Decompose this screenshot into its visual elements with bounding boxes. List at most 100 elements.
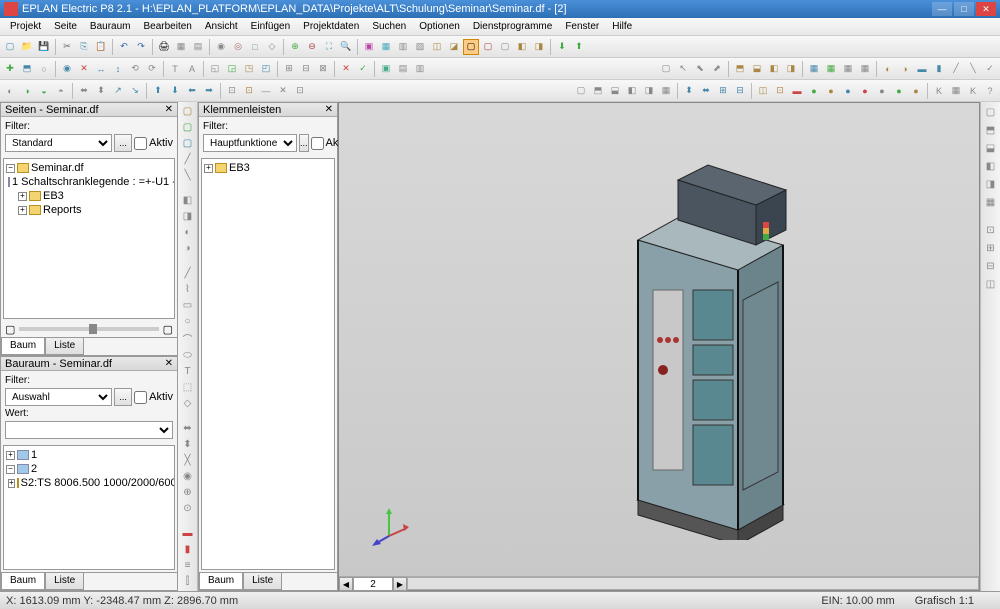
tb-btn[interactable]: ○ bbox=[36, 61, 52, 77]
tb-btn[interactable]: ◳ bbox=[241, 61, 257, 77]
panel-close-icon[interactable]: ✕ bbox=[165, 358, 173, 369]
tb-btn[interactable]: ⟳ bbox=[144, 61, 160, 77]
vtb-btn[interactable]: ◐ bbox=[180, 225, 196, 239]
vtb-btn[interactable]: ◑ bbox=[180, 241, 196, 255]
vtb-btn[interactable]: ◉ bbox=[180, 470, 196, 484]
tb-btn[interactable]: ▢ bbox=[573, 83, 589, 99]
tab-baum[interactable]: Baum bbox=[1, 338, 45, 355]
tb-btn[interactable]: ◨ bbox=[531, 39, 547, 55]
tb-btn[interactable]: ⬅ bbox=[184, 83, 200, 99]
bauraum-tree[interactable]: +1 −2 +S2:TS 8006.500 1000/2000/600 bbox=[3, 445, 175, 570]
menu-ansicht[interactable]: Ansicht bbox=[199, 19, 244, 34]
tb-btn[interactable]: ▦ bbox=[378, 39, 394, 55]
tb-btn[interactable]: ⟲ bbox=[127, 61, 143, 77]
tb-btn[interactable]: ▮ bbox=[931, 61, 947, 77]
tb-btn[interactable]: ↖ bbox=[675, 61, 691, 77]
tb-btn[interactable]: ⊟ bbox=[298, 61, 314, 77]
vtb-btn[interactable]: ◨ bbox=[983, 176, 999, 192]
vtb-btn[interactable]: ≡ bbox=[180, 559, 196, 573]
vtb-btn[interactable]: ◫ bbox=[983, 276, 999, 292]
page-next-button[interactable]: ▶ bbox=[393, 577, 407, 591]
menu-optionen[interactable]: Optionen bbox=[413, 19, 466, 34]
tb-btn[interactable]: ◱ bbox=[207, 61, 223, 77]
tb-btn[interactable]: ▢ bbox=[658, 61, 674, 77]
tb-btn[interactable]: ● bbox=[908, 83, 924, 99]
close-button[interactable]: ✕ bbox=[976, 2, 996, 16]
vtb-btn[interactable]: ⬌ bbox=[180, 421, 196, 435]
tb-btn[interactable]: ╱ bbox=[948, 61, 964, 77]
vtb-btn[interactable]: ⊞ bbox=[983, 240, 999, 256]
vtb-circle-icon[interactable]: ○ bbox=[180, 314, 196, 328]
vtb-btn[interactable]: ▢ bbox=[180, 120, 196, 134]
tb-btn[interactable]: ◎ bbox=[230, 39, 246, 55]
menu-projektdaten[interactable]: Projektdaten bbox=[297, 19, 365, 34]
tb-btn[interactable]: ⊡ bbox=[224, 83, 240, 99]
tb-redo-icon[interactable]: ↷ bbox=[133, 39, 149, 55]
tb-zoom-out-icon[interactable]: ⊖ bbox=[304, 39, 320, 55]
tb-btn[interactable]: ◒ bbox=[36, 83, 52, 99]
tb-btn[interactable]: ◫ bbox=[429, 39, 445, 55]
panel-klemmen-header[interactable]: Klemmenleisten ✕ bbox=[199, 103, 337, 117]
tb-btn[interactable]: ▤ bbox=[395, 61, 411, 77]
filter-select[interactable]: Standard bbox=[5, 134, 112, 152]
page-prev-button[interactable]: ◀ bbox=[339, 577, 353, 591]
tb-btn[interactable]: ⬒ bbox=[590, 83, 606, 99]
tb-btn[interactable]: T bbox=[167, 61, 183, 77]
panel-close-icon[interactable]: ✕ bbox=[325, 104, 333, 115]
tb-btn[interactable]: ↕ bbox=[110, 61, 126, 77]
tb-btn[interactable]: ◰ bbox=[258, 61, 274, 77]
tb-btn[interactable]: ⬇ bbox=[167, 83, 183, 99]
tb-btn[interactable]: ✕ bbox=[275, 83, 291, 99]
filter-browse-button[interactable]: ... bbox=[299, 134, 309, 152]
vtb-btn[interactable]: ⊟ bbox=[983, 258, 999, 274]
tb-save-icon[interactable]: 💾 bbox=[36, 39, 52, 55]
tb-undo-icon[interactable]: ↶ bbox=[116, 39, 132, 55]
tb-btn[interactable]: ⬍ bbox=[681, 83, 697, 99]
vtb-polyline-icon[interactable]: ⌇ bbox=[180, 282, 196, 296]
menu-suchen[interactable]: Suchen bbox=[366, 19, 412, 34]
vtb-btn[interactable]: ▢ bbox=[180, 136, 196, 150]
tb-btn[interactable]: ⬒ bbox=[732, 61, 748, 77]
vtb-btn[interactable]: ⊙ bbox=[180, 502, 196, 516]
tb-btn[interactable]: ◐ bbox=[880, 61, 896, 77]
tb-copy-icon[interactable]: ⎘ bbox=[76, 39, 92, 55]
menu-hilfe[interactable]: Hilfe bbox=[606, 19, 638, 34]
vtb-btn[interactable]: ▢ bbox=[180, 104, 196, 118]
vtb-btn[interactable]: ⬍ bbox=[180, 438, 196, 452]
filter-select[interactable]: Auswahl bbox=[5, 388, 112, 406]
filter-browse-button[interactable]: ... bbox=[114, 388, 132, 406]
vtb-ellipse-icon[interactable]: ⬭ bbox=[180, 348, 196, 362]
tb-btn[interactable]: ⊡ bbox=[772, 83, 788, 99]
panel-bauraum-header[interactable]: Bauraum - Seminar.df ✕ bbox=[1, 357, 177, 371]
filter-select[interactable]: Hauptfunktione bbox=[203, 134, 297, 152]
zoom-slider[interactable]: ▢ ▢ bbox=[1, 321, 177, 337]
vtb-btn[interactable]: ▮ bbox=[180, 543, 196, 557]
vtb-btn[interactable]: ⊕ bbox=[180, 486, 196, 500]
tb-btn[interactable]: ▥ bbox=[412, 61, 428, 77]
tb-btn[interactable]: ▢ bbox=[497, 39, 513, 55]
vtb-btn[interactable]: ▢ bbox=[983, 104, 999, 120]
vtb-btn[interactable]: ╱ bbox=[180, 152, 196, 166]
tb-btn[interactable]: ▢ bbox=[463, 39, 479, 55]
tb-new-icon[interactable]: ▢ bbox=[2, 39, 18, 55]
menu-fenster[interactable]: Fenster bbox=[559, 19, 605, 34]
tb-btn[interactable]: K bbox=[965, 83, 981, 99]
aktiv-checkbox[interactable]: Aktiv bbox=[134, 137, 173, 150]
tb-btn[interactable]: ▦ bbox=[840, 61, 856, 77]
tb-zoom-in-icon[interactable]: ⊕ bbox=[287, 39, 303, 55]
tb-btn[interactable]: ◇ bbox=[264, 39, 280, 55]
wert-select[interactable] bbox=[5, 421, 173, 439]
tb-btn[interactable]: ● bbox=[840, 83, 856, 99]
vtb-btn[interactable]: ╳ bbox=[180, 454, 196, 468]
vtb-btn[interactable]: ⬓ bbox=[983, 140, 999, 156]
tb-btn[interactable]: ● bbox=[857, 83, 873, 99]
tb-btn[interactable]: ◓ bbox=[53, 83, 69, 99]
vtb-btn[interactable]: ◧ bbox=[983, 158, 999, 174]
tb-btn[interactable]: ● bbox=[806, 83, 822, 99]
tb-btn[interactable]: ↔ bbox=[93, 61, 109, 77]
klemmen-tree[interactable]: +EB3 bbox=[201, 158, 335, 570]
tb-btn[interactable]: ◲ bbox=[224, 61, 240, 77]
menu-projekt[interactable]: Projekt bbox=[4, 19, 47, 34]
tb-btn[interactable]: ⊞ bbox=[281, 61, 297, 77]
tb-btn[interactable]: ⊡ bbox=[241, 83, 257, 99]
